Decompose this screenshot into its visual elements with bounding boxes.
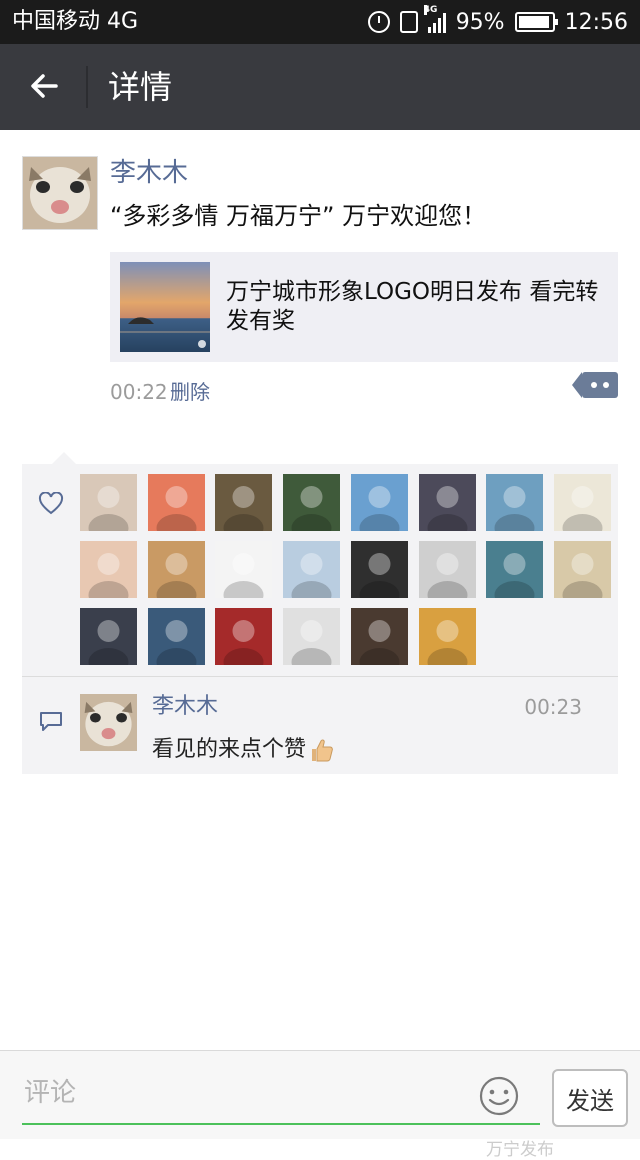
liker-avatar[interactable] [147,608,205,665]
poster-avatar[interactable] [22,156,98,230]
battery-fill [518,16,549,28]
person-avatar-image [494,553,535,598]
commenter-avatar[interactable] [80,694,137,751]
liker-avatar[interactable] [418,541,476,598]
panel-divider [22,676,618,677]
person-avatar-image [88,553,129,598]
likes-comments-panel: 李木木 00:23 看见的来点个赞 [22,452,618,774]
liker-avatar[interactable] [350,541,408,598]
comment-bubble-icon [40,712,62,731]
vibrate-icon [399,11,418,33]
page-title: 详情 [108,68,173,106]
liker-avatar[interactable] [553,541,611,598]
liker-avatar[interactable] [80,608,137,665]
person-avatar-image [156,486,197,531]
person-avatar-image [427,553,467,598]
person-avatar-image [88,620,129,665]
person-avatar-image [88,486,129,531]
alarm-icon [367,11,390,33]
clock: 12:56 [564,9,628,35]
liker-avatar[interactable] [215,541,273,598]
carrier-label: 中国移动 4G [12,9,139,34]
link-title: 万宁城市形象LOGO明日发布 看完转发有奖 [226,279,599,334]
liker-avatar[interactable] [147,541,205,598]
person-avatar-image [291,620,332,665]
liker-avatar[interactable] [80,474,137,531]
liker-avatar[interactable] [283,608,341,665]
cat-avatar-image [80,694,137,751]
panel-pointer [52,452,76,464]
person-avatar-image [562,486,603,531]
dot-icon [603,382,609,388]
person-avatar-image [156,553,197,598]
liker-avatar[interactable] [215,608,273,665]
post-time: 00:22 [110,380,168,404]
input-underline [22,1123,540,1125]
person-avatar-image [359,620,400,665]
comment-input[interactable] [22,1069,466,1117]
liker-avatar[interactable] [350,608,408,665]
arrow-left-icon[interactable] [26,68,62,104]
person-avatar-image [427,620,467,665]
heart-icon [38,492,64,515]
liker-avatar[interactable] [418,608,476,665]
liker-avatar[interactable] [486,541,544,598]
person-avatar-image [494,486,535,531]
person-avatar-image [223,553,264,598]
signal-icon: 4G [423,5,446,33]
cat-avatar-image [23,157,97,229]
liker-avatar[interactable] [418,474,476,531]
liker-avatar[interactable] [283,541,341,598]
person-avatar-image [223,620,264,665]
shared-link-card[interactable]: 万宁城市形象LOGO明日发布 看完转发有奖 [110,252,618,362]
title-divider [86,66,88,108]
person-avatar-image [291,553,332,598]
send-button[interactable]: 发送 [552,1069,628,1127]
emoji-icon[interactable] [478,1075,520,1117]
network-type-label: 4G [423,5,438,15]
comment-bar: 发送 万宁发布 [0,1050,640,1160]
person-avatar-image [223,486,264,531]
comment-time: 00:23 [524,695,582,719]
liker-avatar[interactable] [553,474,611,531]
liker-avatar[interactable] [80,541,137,598]
more-actions-button[interactable] [572,372,618,398]
post-text: “多彩多情 万福万宁” 万宁欢迎您！ [110,202,487,230]
delete-link[interactable]: 删除 [170,378,210,406]
liker-avatar[interactable] [486,474,544,531]
dot-icon [591,382,597,388]
person-avatar-image [562,553,603,598]
person-avatar-image [359,486,400,531]
commenter-name[interactable]: 李木木 [152,692,218,722]
person-avatar-image [291,486,332,531]
battery-percent: 95% [455,9,505,35]
sunset-sea-image [120,262,210,352]
link-thumbnail [120,262,210,352]
person-avatar-image [156,620,197,665]
thumbs-up-emoji-icon [312,739,333,762]
person-avatar-image [359,553,400,598]
liker-avatar[interactable] [147,474,205,531]
battery-icon [514,12,558,32]
title-bar: 详情 [0,44,640,130]
person-avatar-image [427,486,467,531]
comment-text-body: 看见的来点个赞 [152,737,307,762]
watermark-text: 万宁发布 [486,1140,554,1160]
liker-avatar[interactable] [350,474,408,531]
liker-avatar[interactable] [215,474,273,531]
status-bar: 中国移动 4G 4G 95% 12:56 [0,0,640,44]
poster-name[interactable]: 李木木 [110,156,188,190]
liker-avatar[interactable] [283,474,341,531]
comment-text: 看见的来点个赞 [152,734,334,766]
